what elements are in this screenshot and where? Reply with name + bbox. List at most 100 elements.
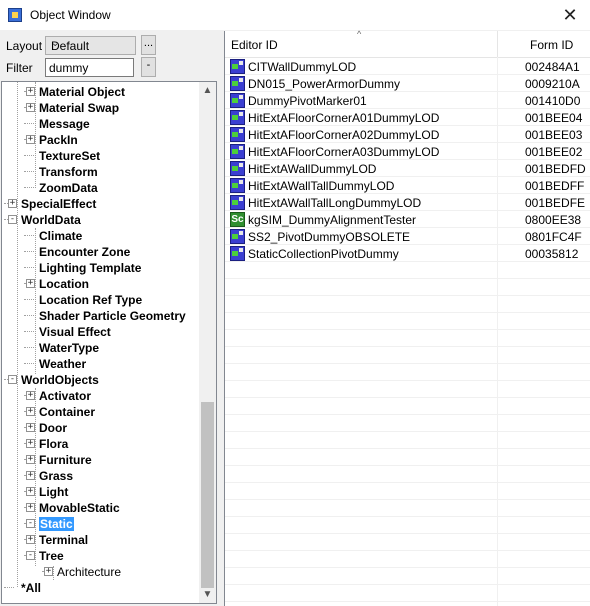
tree-item[interactable]: + Material Swap bbox=[2, 100, 198, 116]
table-row[interactable]: HitExtAFloorCornerA01DummyLOD 001BEE04 bbox=[225, 109, 590, 126]
column-divider[interactable] bbox=[497, 31, 498, 57]
tree-item-label: Furniture bbox=[39, 453, 92, 467]
tree-item[interactable]: + PackIn bbox=[2, 132, 198, 148]
table-row[interactable]: HitExtAWallDummyLOD 001BEDFD bbox=[225, 160, 590, 177]
tree-item[interactable]: WaterType bbox=[2, 340, 198, 356]
tree-item-label: Light bbox=[39, 485, 69, 499]
tree-item[interactable]: Message bbox=[2, 116, 198, 132]
tree-item[interactable]: Encounter Zone bbox=[2, 244, 198, 260]
tree-collapse-icon[interactable]: - bbox=[8, 375, 17, 384]
column-header-editor-id[interactable]: Editor ID bbox=[231, 38, 278, 52]
table-row[interactable]: HitExtAFloorCornerA03DummyLOD 001BEE02 bbox=[225, 143, 590, 160]
tree-item[interactable]: Visual Effect bbox=[2, 324, 198, 340]
title-bar: Object Window ✕ bbox=[0, 0, 590, 30]
tree-item[interactable]: + Terminal bbox=[2, 532, 198, 548]
scrollbar-thumb[interactable] bbox=[201, 402, 214, 588]
table-row[interactable]: CITWallDummyLOD 002484A1 bbox=[225, 58, 590, 75]
table-row[interactable]: HitExtAWallTallLongDummyLOD 001BEDFE bbox=[225, 194, 590, 211]
table-row[interactable]: Sc kgSIM_DummyAlignmentTester 0800EE38 bbox=[225, 211, 590, 228]
tree-item[interactable]: + Grass bbox=[2, 468, 198, 484]
tree-item[interactable]: + Activator bbox=[2, 388, 198, 404]
form-id-cell: 0800EE38 bbox=[525, 213, 582, 227]
close-button[interactable]: ✕ bbox=[550, 0, 590, 30]
tree-item[interactable]: - Tree bbox=[2, 548, 198, 564]
tree-item[interactable]: + MovableStatic bbox=[2, 500, 198, 516]
table-row[interactable]: SS2_PivotDummyOBSOLETE 0801FC4F bbox=[225, 228, 590, 245]
tree-expand-icon[interactable]: + bbox=[26, 439, 35, 448]
tree-expand-icon[interactable]: + bbox=[26, 87, 35, 96]
scroll-down-icon[interactable]: ▼ bbox=[199, 586, 216, 603]
tree-expand-icon[interactable]: + bbox=[26, 503, 35, 512]
tree-collapse-icon[interactable]: - bbox=[26, 551, 35, 560]
tree-item[interactable]: Weather bbox=[2, 356, 198, 372]
tree-item[interactable]: Transform bbox=[2, 164, 198, 180]
editor-id-cell: CITWallDummyLOD bbox=[248, 60, 357, 74]
tree-item[interactable]: ZoomData bbox=[2, 180, 198, 196]
tree-expand-icon[interactable]: + bbox=[26, 279, 35, 288]
table-row[interactable]: HitExtAFloorCornerA02DummyLOD 001BEE03 bbox=[225, 126, 590, 143]
tree-expand-icon[interactable]: + bbox=[26, 391, 35, 400]
layout-options-button[interactable]: ... bbox=[141, 35, 156, 55]
tree-item[interactable]: + Location bbox=[2, 276, 198, 292]
tree-expand-icon[interactable]: + bbox=[8, 199, 17, 208]
filter-label: Filter bbox=[6, 61, 33, 75]
tree-item[interactable]: - Static bbox=[2, 516, 198, 532]
layout-dropdown[interactable]: Default ⌄ bbox=[45, 36, 136, 55]
editor-id-cell: DN015_PowerArmorDummy bbox=[248, 77, 401, 91]
tree-item[interactable]: Lighting Template bbox=[2, 260, 198, 276]
tree-item-label: Flora bbox=[39, 437, 69, 451]
sort-ascending-icon: ^ bbox=[357, 29, 362, 39]
tree-expand-icon[interactable]: + bbox=[26, 103, 35, 112]
tree-collapse-icon[interactable]: - bbox=[8, 215, 17, 224]
tree-expand-icon[interactable]: + bbox=[26, 455, 35, 464]
table-row[interactable]: DN015_PowerArmorDummy 0009210A bbox=[225, 75, 590, 92]
editor-id-cell: HitExtAWallDummyLOD bbox=[248, 162, 377, 176]
tree-guide-line bbox=[24, 155, 34, 156]
tree-expand-icon[interactable]: + bbox=[26, 471, 35, 480]
tree-item[interactable]: Climate bbox=[2, 228, 198, 244]
tree-item[interactable]: + Material Object bbox=[2, 84, 198, 100]
tree-item-label: TextureSet bbox=[39, 149, 101, 163]
tree-item[interactable]: + SpecialEffect bbox=[2, 196, 198, 212]
tree-scrollbar[interactable]: ▲ ▼ bbox=[199, 82, 216, 603]
empty-row bbox=[225, 585, 590, 602]
form-id-cell: 001BEDFE bbox=[525, 196, 586, 210]
tree-item[interactable]: + Architecture bbox=[2, 564, 198, 580]
static-object-icon bbox=[230, 161, 245, 176]
editor-id-cell: StaticCollectionPivotDummy bbox=[248, 247, 399, 261]
filter-input[interactable] bbox=[45, 58, 134, 77]
tree-expand-icon[interactable]: + bbox=[26, 487, 35, 496]
tree-expand-icon[interactable]: + bbox=[44, 567, 53, 576]
tree-item-label: Transform bbox=[39, 165, 98, 179]
empty-row bbox=[225, 262, 590, 279]
empty-row bbox=[225, 364, 590, 381]
tree-item[interactable]: + Flora bbox=[2, 436, 198, 452]
tree-item-label: *All bbox=[21, 581, 42, 595]
editor-id-cell: HitExtAWallTallLongDummyLOD bbox=[248, 196, 422, 210]
table-row[interactable]: DummyPivotMarker01 001410D0 bbox=[225, 92, 590, 109]
tree-item-label: Visual Effect bbox=[39, 325, 111, 339]
object-list[interactable]: ^ Editor ID Form ID CITWallDummyLOD 00248… bbox=[224, 29, 590, 606]
table-row[interactable]: StaticCollectionPivotDummy 00035812 bbox=[225, 245, 590, 262]
tree-expand-icon[interactable]: + bbox=[26, 135, 35, 144]
tree-item[interactable]: Location Ref Type bbox=[2, 292, 198, 308]
tree-expand-icon[interactable]: + bbox=[26, 535, 35, 544]
tree-item[interactable]: + Light bbox=[2, 484, 198, 500]
tree-item[interactable]: Shader Particle Geometry bbox=[2, 308, 198, 324]
tree-item[interactable]: - WorldData bbox=[2, 212, 198, 228]
scroll-up-icon[interactable]: ▲ bbox=[199, 82, 216, 99]
tree-collapse-icon[interactable]: - bbox=[26, 519, 35, 528]
category-tree[interactable]: + Material Object + Material Swap Message + Pa… bbox=[1, 81, 217, 604]
table-row[interactable]: HitExtAWallTallDummyLOD 001BEDFF bbox=[225, 177, 590, 194]
tree-item[interactable]: + Container bbox=[2, 404, 198, 420]
tree-item[interactable]: + Door bbox=[2, 420, 198, 436]
tree-item[interactable]: - WorldObjects bbox=[2, 372, 198, 388]
tree-item[interactable]: + Furniture bbox=[2, 452, 198, 468]
column-header-form-id[interactable]: Form ID bbox=[530, 38, 573, 52]
filter-options-button[interactable]: - bbox=[141, 57, 156, 77]
tree-item[interactable]: TextureSet bbox=[2, 148, 198, 164]
tree-item[interactable]: *All bbox=[2, 580, 198, 596]
tree-expand-icon[interactable]: + bbox=[26, 407, 35, 416]
static-object-icon bbox=[230, 59, 245, 74]
tree-expand-icon[interactable]: + bbox=[26, 423, 35, 432]
